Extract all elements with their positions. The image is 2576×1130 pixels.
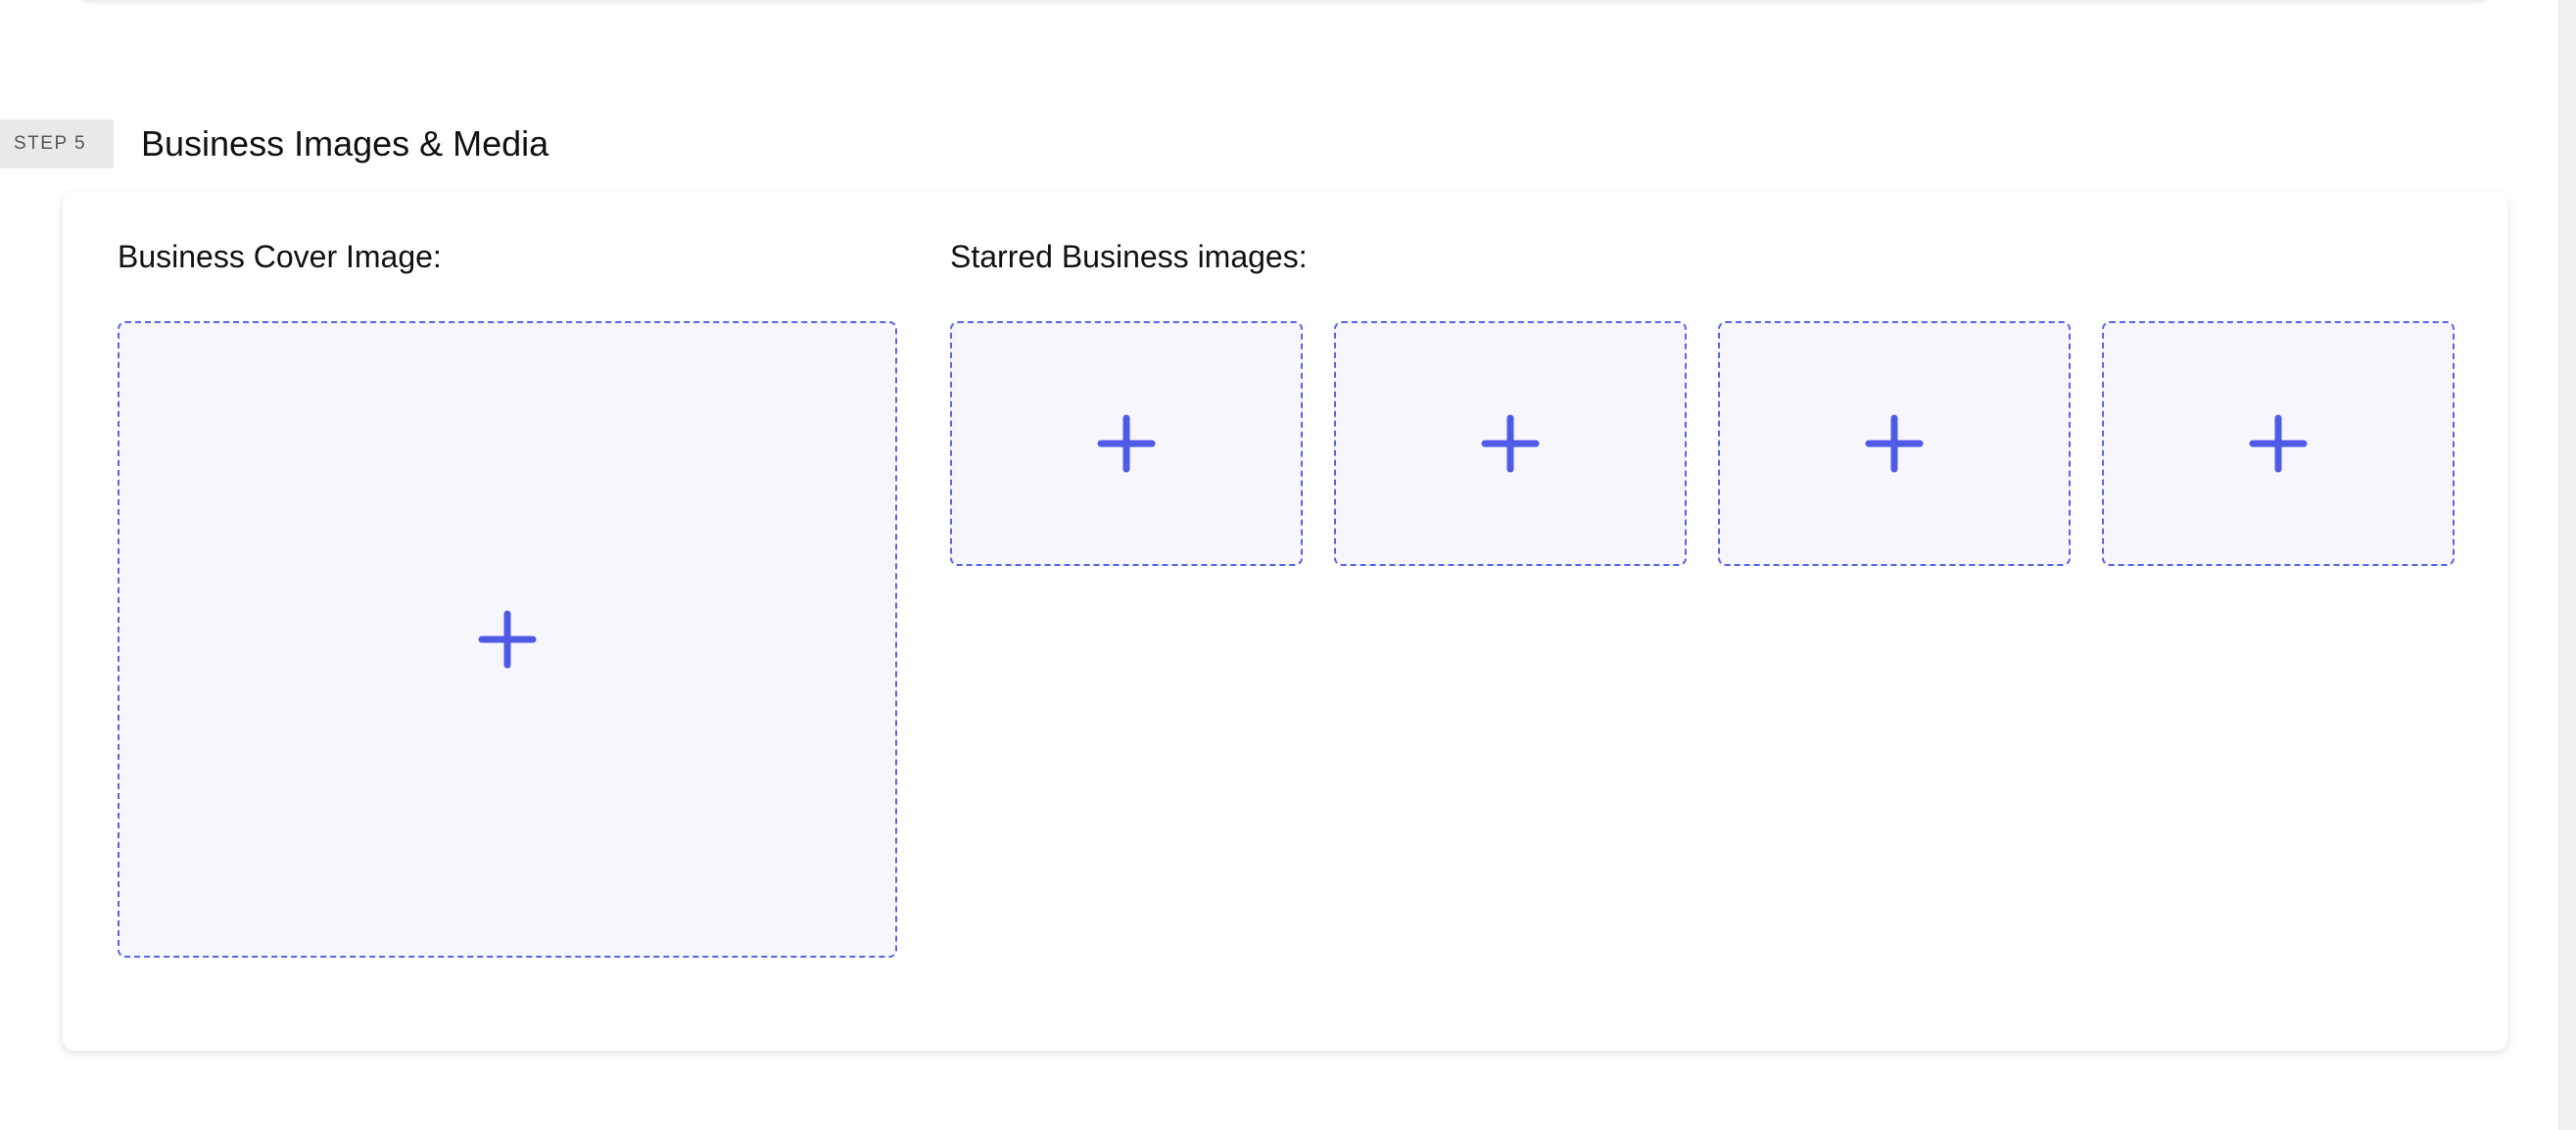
cover-image-upload[interactable] — [118, 321, 897, 958]
plus-icon — [478, 610, 537, 669]
plus-icon — [1865, 414, 1924, 473]
starred-image-upload-2[interactable] — [1334, 321, 1687, 566]
page: STEP 5 Business Images & Media Business … — [0, 0, 2576, 1130]
media-card: Business Cover Image: Starred Business i… — [63, 192, 2507, 1051]
section-title: Business Images & Media — [141, 123, 549, 164]
starred-images-label: Starred Business images: — [950, 239, 1308, 274]
step-header: STEP 5 Business Images & Media — [0, 119, 549, 168]
plus-icon — [2249, 414, 2308, 473]
starred-image-upload-4[interactable] — [2102, 321, 2455, 566]
plus-icon — [1481, 414, 1540, 473]
starred-image-upload-1[interactable] — [950, 321, 1303, 566]
plus-icon — [1097, 414, 1156, 473]
cover-image-label: Business Cover Image: — [118, 239, 442, 274]
starred-image-upload-3[interactable] — [1718, 321, 2071, 566]
step-badge: STEP 5 — [0, 119, 114, 168]
scrollbar[interactable] — [2558, 0, 2576, 1130]
